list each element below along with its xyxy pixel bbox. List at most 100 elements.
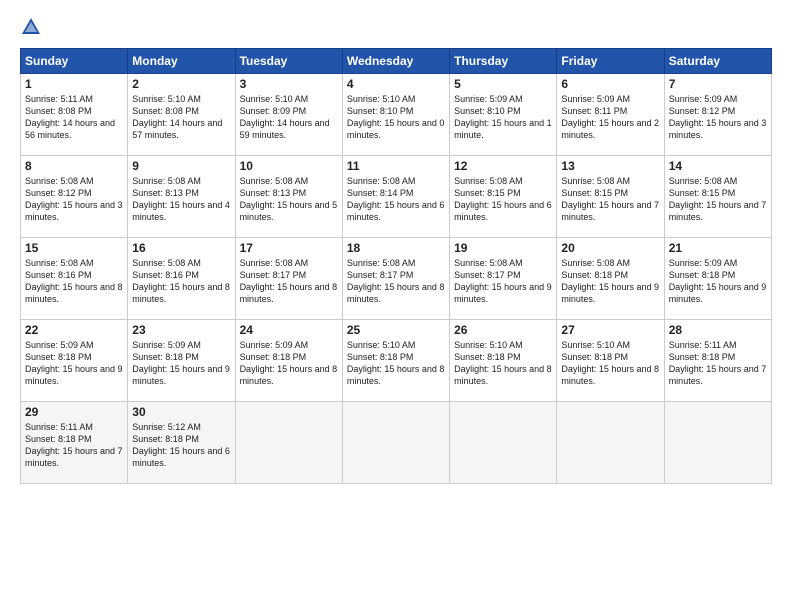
day-info: Sunrise: 5:12 AMSunset: 8:18 PMDaylight:… [132,421,230,470]
day-number: 6 [561,77,659,91]
calendar-day-header: Wednesday [342,49,449,74]
logo-icon [20,16,42,38]
calendar-week-row: 22 Sunrise: 5:09 AMSunset: 8:18 PMDayligh… [21,320,772,402]
calendar-cell: 26Sunrise: 5:10 AMSunset: 8:18 PMDayligh… [450,320,557,402]
calendar-cell [664,402,771,484]
calendar-cell: 15 Sunrise: 5:08 AMSunset: 8:16 PMDayligh… [21,238,128,320]
logo [20,16,46,38]
calendar-cell: 17 Sunrise: 5:08 AMSunset: 8:17 PMDayligh… [235,238,342,320]
calendar-cell: 24Sunrise: 5:09 AMSunset: 8:18 PMDayligh… [235,320,342,402]
calendar-day-header: Monday [128,49,235,74]
calendar-cell: 29Sunrise: 5:11 AMSunset: 8:18 PMDayligh… [21,402,128,484]
day-number: 12 [454,159,552,173]
day-info: Sunrise: 5:10 AMSunset: 8:10 PMDaylight:… [347,93,445,142]
calendar-cell: 3 Sunrise: 5:10 AMSunset: 8:09 PMDaylight… [235,74,342,156]
calendar-cell: 7Sunrise: 5:09 AMSunset: 8:12 PMDaylight… [664,74,771,156]
calendar-cell: 18 Sunrise: 5:08 AMSunset: 8:17 PMDayligh… [342,238,449,320]
day-number: 15 [25,241,123,255]
day-info: Sunrise: 5:09 AMSunset: 8:18 PMDaylight:… [25,339,123,388]
day-number: 23 [132,323,230,337]
calendar-cell: 11Sunrise: 5:08 AMSunset: 8:14 PMDayligh… [342,156,449,238]
calendar-day-header: Sunday [21,49,128,74]
calendar-cell: 22 Sunrise: 5:09 AMSunset: 8:18 PMDayligh… [21,320,128,402]
calendar-cell: 12 Sunrise: 5:08 AMSunset: 8:15 PMDayligh… [450,156,557,238]
calendar-cell: 5 Sunrise: 5:09 AMSunset: 8:10 PMDaylight… [450,74,557,156]
day-info: Sunrise: 5:08 AMSunset: 8:17 PMDaylight:… [454,257,552,306]
day-number: 10 [240,159,338,173]
day-number: 19 [454,241,552,255]
day-info: Sunrise: 5:08 AMSunset: 8:16 PMDaylight:… [132,257,230,306]
calendar-cell: 19 Sunrise: 5:08 AMSunset: 8:17 PMDayligh… [450,238,557,320]
day-info: Sunrise: 5:09 AMSunset: 8:18 PMDaylight:… [132,339,230,388]
day-number: 1 [25,77,123,91]
day-number: 8 [25,159,123,173]
day-number: 22 [25,323,123,337]
day-number: 2 [132,77,230,91]
day-info: Sunrise: 5:10 AMSunset: 8:18 PMDaylight:… [347,339,445,388]
calendar-cell: 16Sunrise: 5:08 AMSunset: 8:16 PMDayligh… [128,238,235,320]
calendar-day-header: Saturday [664,49,771,74]
day-info: Sunrise: 5:08 AMSunset: 8:13 PMDaylight:… [240,175,338,224]
day-number: 9 [132,159,230,173]
calendar-cell: 20 Sunrise: 5:08 AMSunset: 8:18 PMDayligh… [557,238,664,320]
day-number: 21 [669,241,767,255]
header [20,16,772,38]
day-info: Sunrise: 5:11 AMSunset: 8:18 PMDaylight:… [669,339,767,388]
day-number: 24 [240,323,338,337]
calendar-day-header: Friday [557,49,664,74]
day-number: 17 [240,241,338,255]
day-info: Sunrise: 5:08 AMSunset: 8:15 PMDaylight:… [561,175,659,224]
day-number: 26 [454,323,552,337]
day-number: 27 [561,323,659,337]
day-number: 28 [669,323,767,337]
calendar-cell [342,402,449,484]
calendar-cell: 28 Sunrise: 5:11 AMSunset: 8:18 PMDayligh… [664,320,771,402]
page: SundayMondayTuesdayWednesdayThursdayFrid… [0,0,792,612]
calendar-week-row: 8Sunrise: 5:08 AMSunset: 8:12 PMDaylight… [21,156,772,238]
day-info: Sunrise: 5:08 AMSunset: 8:13 PMDaylight:… [132,175,230,224]
day-number: 11 [347,159,445,173]
day-info: Sunrise: 5:09 AMSunset: 8:12 PMDaylight:… [669,93,767,142]
calendar-cell: 25Sunrise: 5:10 AMSunset: 8:18 PMDayligh… [342,320,449,402]
calendar-cell: 30 Sunrise: 5:12 AMSunset: 8:18 PMDayligh… [128,402,235,484]
day-info: Sunrise: 5:08 AMSunset: 8:16 PMDaylight:… [25,257,123,306]
day-info: Sunrise: 5:08 AMSunset: 8:15 PMDaylight:… [454,175,552,224]
calendar-cell: 13 Sunrise: 5:08 AMSunset: 8:15 PMDayligh… [557,156,664,238]
calendar-cell: 21 Sunrise: 5:09 AMSunset: 8:18 PMDayligh… [664,238,771,320]
day-info: Sunrise: 5:09 AMSunset: 8:10 PMDaylight:… [454,93,552,142]
calendar-header-row: SundayMondayTuesdayWednesdayThursdayFrid… [21,49,772,74]
calendar-cell: 27 Sunrise: 5:10 AMSunset: 8:18 PMDayligh… [557,320,664,402]
day-number: 18 [347,241,445,255]
calendar-cell: 10 Sunrise: 5:08 AMSunset: 8:13 PMDayligh… [235,156,342,238]
calendar-cell [557,402,664,484]
day-info: Sunrise: 5:08 AMSunset: 8:18 PMDaylight:… [561,257,659,306]
calendar-cell: 6 Sunrise: 5:09 AMSunset: 8:11 PMDaylight… [557,74,664,156]
day-info: Sunrise: 5:11 AMSunset: 8:08 PMDaylight:… [25,93,123,142]
calendar-cell: 14 Sunrise: 5:08 AMSunset: 8:15 PMDayligh… [664,156,771,238]
calendar-cell: 2 Sunrise: 5:10 AMSunset: 8:08 PMDaylight… [128,74,235,156]
calendar-day-header: Tuesday [235,49,342,74]
day-number: 13 [561,159,659,173]
calendar-cell: 9 Sunrise: 5:08 AMSunset: 8:13 PMDaylight… [128,156,235,238]
day-number: 20 [561,241,659,255]
day-info: Sunrise: 5:10 AMSunset: 8:18 PMDaylight:… [561,339,659,388]
calendar-table: SundayMondayTuesdayWednesdayThursdayFrid… [20,48,772,484]
calendar-cell: 23 Sunrise: 5:09 AMSunset: 8:18 PMDayligh… [128,320,235,402]
calendar-week-row: 1 Sunrise: 5:11 AMSunset: 8:08 PMDaylight… [21,74,772,156]
day-info: Sunrise: 5:08 AMSunset: 8:17 PMDaylight:… [240,257,338,306]
day-number: 3 [240,77,338,91]
calendar-cell: 8Sunrise: 5:08 AMSunset: 8:12 PMDaylight… [21,156,128,238]
day-number: 5 [454,77,552,91]
day-number: 4 [347,77,445,91]
day-number: 29 [25,405,123,419]
calendar-cell [235,402,342,484]
day-number: 14 [669,159,767,173]
calendar-cell [450,402,557,484]
day-info: Sunrise: 5:10 AMSunset: 8:08 PMDaylight:… [132,93,230,142]
day-info: Sunrise: 5:09 AMSunset: 8:11 PMDaylight:… [561,93,659,142]
day-info: Sunrise: 5:08 AMSunset: 8:15 PMDaylight:… [669,175,767,224]
day-info: Sunrise: 5:08 AMSunset: 8:17 PMDaylight:… [347,257,445,306]
day-info: Sunrise: 5:10 AMSunset: 8:09 PMDaylight:… [240,93,338,142]
day-info: Sunrise: 5:09 AMSunset: 8:18 PMDaylight:… [669,257,767,306]
day-number: 30 [132,405,230,419]
